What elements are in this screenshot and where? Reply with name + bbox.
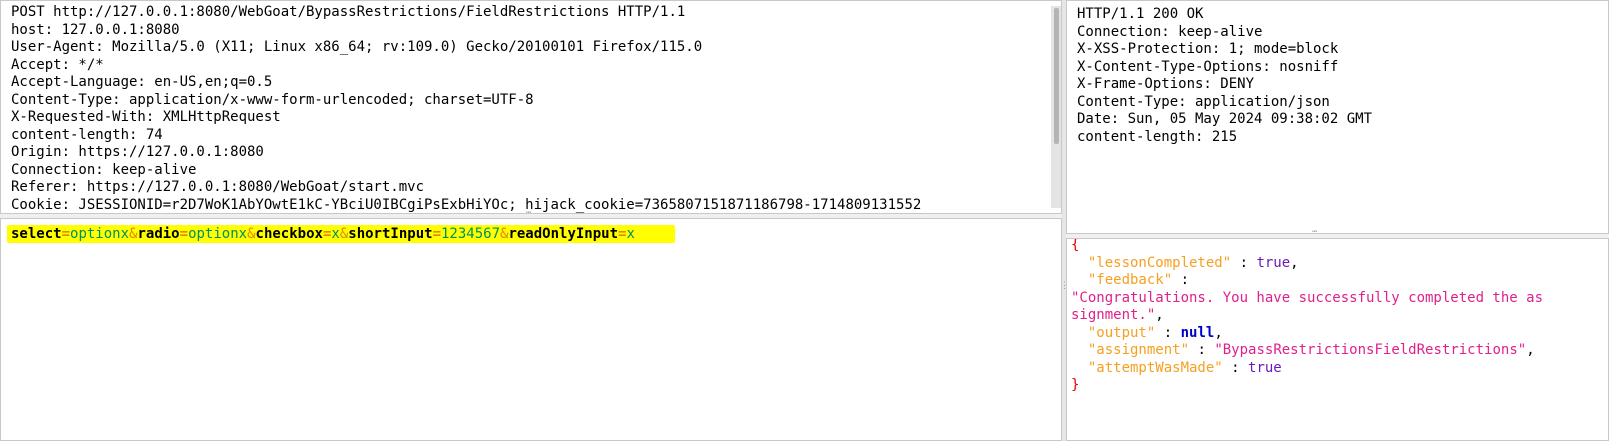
response-header-date: Date: Sun, 05 May 2024 09:38:02 GMT xyxy=(1077,111,1373,127)
request-line: POST http://127.0.0.1:8080/WebGoat/Bypas… xyxy=(11,4,686,20)
response-header-content-type: Content-Type: application/json xyxy=(1077,93,1330,110)
request-headers-pane[interactable]: POST http://127.0.0.1:8080/WebGoat/Bypas… xyxy=(0,0,1062,214)
json-value-lesson-completed: true xyxy=(1256,254,1291,271)
param-key-radio: radio xyxy=(137,226,180,242)
header-connection: Connection: keep-alive xyxy=(11,161,197,178)
equals-sign: = xyxy=(179,226,189,242)
param-key-short-input: shortInput xyxy=(348,226,433,242)
json-line-open: { xyxy=(1071,238,1080,255)
response-header-xss: X-XSS-Protection: 1; mode=block xyxy=(1077,41,1339,57)
param-value-select: optionx xyxy=(70,226,130,242)
json-key-assignment: "assignment" xyxy=(1087,342,1190,358)
json-line-close: } xyxy=(1071,377,1079,395)
param-key-select: select xyxy=(11,226,62,242)
header-content-type: Content-Type: application/x-www-form-url… xyxy=(11,91,534,108)
json-key-feedback: "feedback" xyxy=(1087,272,1173,288)
header-content-length: content-length: 74 xyxy=(11,126,163,143)
header-referer: Referer: https://127.0.0.1:8080/WebGoat/… xyxy=(11,179,425,195)
json-open-brace: { xyxy=(1071,238,1080,253)
json-line-output: "output" : null, xyxy=(1071,325,1223,343)
response-header-content-length: content-length: 215 xyxy=(1077,128,1238,145)
json-line-assignment: "assignment" : "BypassRestrictionsFieldR… xyxy=(1071,342,1535,360)
header-accept-language: Accept-Language: en-US,en;q=0.5 xyxy=(11,74,273,90)
response-header-connection: Connection: keep-alive xyxy=(1077,23,1263,40)
response-header-frame: X-Frame-Options: DENY xyxy=(1077,76,1255,92)
ampersand: & xyxy=(339,226,349,242)
json-value-attempt-was-made: true xyxy=(1248,359,1282,376)
json-close-brace: } xyxy=(1071,377,1080,393)
json-colon: : xyxy=(1172,272,1198,288)
param-value-short-input: 1234567 xyxy=(441,226,501,242)
json-key-output: "output" xyxy=(1087,324,1156,341)
json-line-feedback-key: "feedback" : xyxy=(1071,272,1197,290)
response-headers-pane[interactable]: HTTP/1.1 200 OK Connection: keep-alive X… xyxy=(1066,0,1609,234)
json-colon: : xyxy=(1222,359,1249,376)
json-comma: , xyxy=(1155,307,1164,323)
param-key-read-only-input: readOnlyInput xyxy=(508,226,619,242)
json-line-feedback-value-1: "Congratulations. You have successfully … xyxy=(1071,290,1543,308)
json-comma: , xyxy=(1290,254,1299,271)
json-value-feedback-part1: "Congratulations. You have successfully … xyxy=(1071,289,1544,306)
ampersand: & xyxy=(247,226,256,242)
header-x-requested-with: X-Requested-With: XMLHttpRequest xyxy=(11,109,281,125)
json-line-attempt-was-made: "attemptWasMade" : true xyxy=(1071,360,1282,378)
header-accept: Accept: */* xyxy=(11,56,104,73)
equals-sign: = xyxy=(61,226,71,242)
header-origin: Origin: https://127.0.0.1:8080 xyxy=(11,144,264,160)
json-line-lesson-completed: "lessonCompleted" : true, xyxy=(1071,255,1299,273)
header-cookie: Cookie: JSESSIONID=r2D7WoK1AbYOwtE1kC-YB… xyxy=(11,196,922,213)
json-comma: , xyxy=(1526,342,1535,358)
param-key-checkbox: checkbox xyxy=(255,226,323,242)
json-line-feedback-value-2: signment.", xyxy=(1071,307,1164,325)
json-colon: : xyxy=(1231,254,1257,271)
response-header-nosniff: X-Content-Type-Options: nosniff xyxy=(1077,58,1339,75)
request-body-line: select=optionx&radio=optionx&checkbox=x&… xyxy=(11,225,635,243)
json-key-lesson-completed: "lessonCompleted" xyxy=(1087,254,1232,271)
request-body-pane[interactable]: select=optionx&radio=optionx&checkbox=x&… xyxy=(0,218,1062,441)
json-colon: : xyxy=(1155,324,1181,341)
param-value-read-only-input: x xyxy=(626,226,635,242)
json-colon: : xyxy=(1189,342,1215,358)
request-headers-scroll-thumb[interactable] xyxy=(1054,8,1059,144)
param-value-checkbox: x xyxy=(331,226,340,242)
response-status-line: HTTP/1.1 200 OK xyxy=(1077,6,1204,22)
json-value-feedback-part2: signment." xyxy=(1071,307,1156,323)
request-splitter-grip-icon[interactable]: ⋯ xyxy=(526,209,531,218)
param-value-radio: optionx xyxy=(188,226,248,242)
equals-sign: = xyxy=(432,226,441,242)
json-value-output: null xyxy=(1180,324,1215,341)
response-splitter-grip-icon[interactable]: ⋯ xyxy=(1312,228,1317,237)
json-key-attempt-was-made: "attemptWasMade" xyxy=(1087,359,1223,376)
header-user-agent: User-Agent: Mozilla/5.0 (X11; Linux x86_… xyxy=(11,39,703,55)
json-comma: , xyxy=(1214,324,1223,341)
header-host: host: 127.0.0.1:8080 xyxy=(11,21,180,38)
json-value-assignment: "BypassRestrictionsFieldRestrictions" xyxy=(1214,342,1527,358)
response-body-pane[interactable]: { "lessonCompleted" : true, "feedback" :… xyxy=(1066,238,1609,441)
